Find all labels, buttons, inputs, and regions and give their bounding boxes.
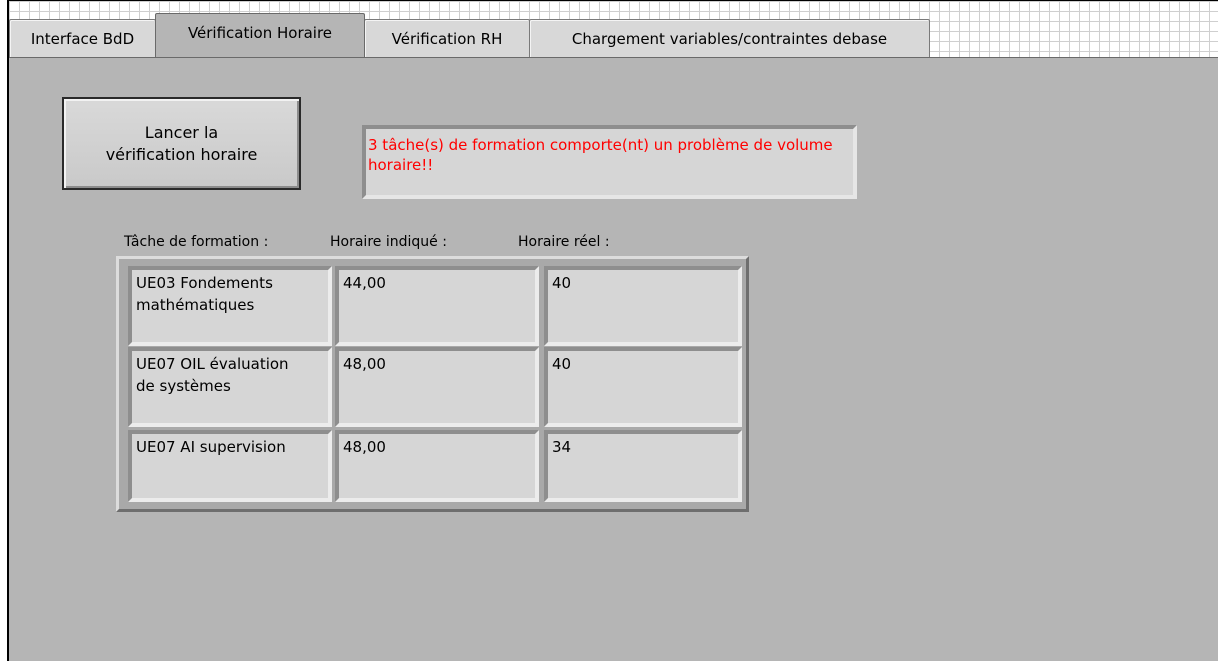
- tab-interface-bdd[interactable]: Interface BdD: [9, 19, 156, 57]
- tab-verification-rh[interactable]: Vérification RH: [364, 19, 530, 57]
- task-cell: UE03 Fondements mathématiques: [128, 266, 332, 346]
- indicated-hours-cell: 48,00: [335, 347, 539, 427]
- tab-verification-horaire[interactable]: Vérification Horaire: [155, 13, 365, 57]
- indicated-hours-cell: 48,00: [335, 430, 539, 502]
- results-array: UE03 Fondements mathématiques 44,00 40 U…: [116, 256, 749, 512]
- column-header-indicated-hours: Horaire indiqué :: [330, 234, 447, 250]
- launch-verification-button[interactable]: Lancer la vérification horaire: [62, 97, 301, 190]
- tab-bar: Interface BdD Vérification Horaire Vérif…: [9, 13, 930, 57]
- column-header-real-hours: Horaire réel :: [518, 234, 610, 250]
- task-cell: UE07 AI supervision: [128, 430, 332, 502]
- real-hours-cell: 34: [544, 430, 742, 502]
- status-message-text: 3 tâche(s) de formation comporte(nt) un …: [368, 136, 833, 175]
- status-message-indicator: 3 tâche(s) de formation comporte(nt) un …: [362, 125, 857, 199]
- real-hours-cell: 40: [544, 266, 742, 346]
- indicated-hours-cell: 44,00: [335, 266, 539, 346]
- tab-chargement-variables[interactable]: Chargement variables/contraintes debase: [529, 19, 930, 57]
- task-cell: UE07 OIL évaluation de systèmes: [128, 347, 332, 427]
- column-header-task: Tâche de formation :: [124, 234, 269, 250]
- real-hours-cell: 40: [544, 347, 742, 427]
- window-border-top: [7, 0, 1218, 1]
